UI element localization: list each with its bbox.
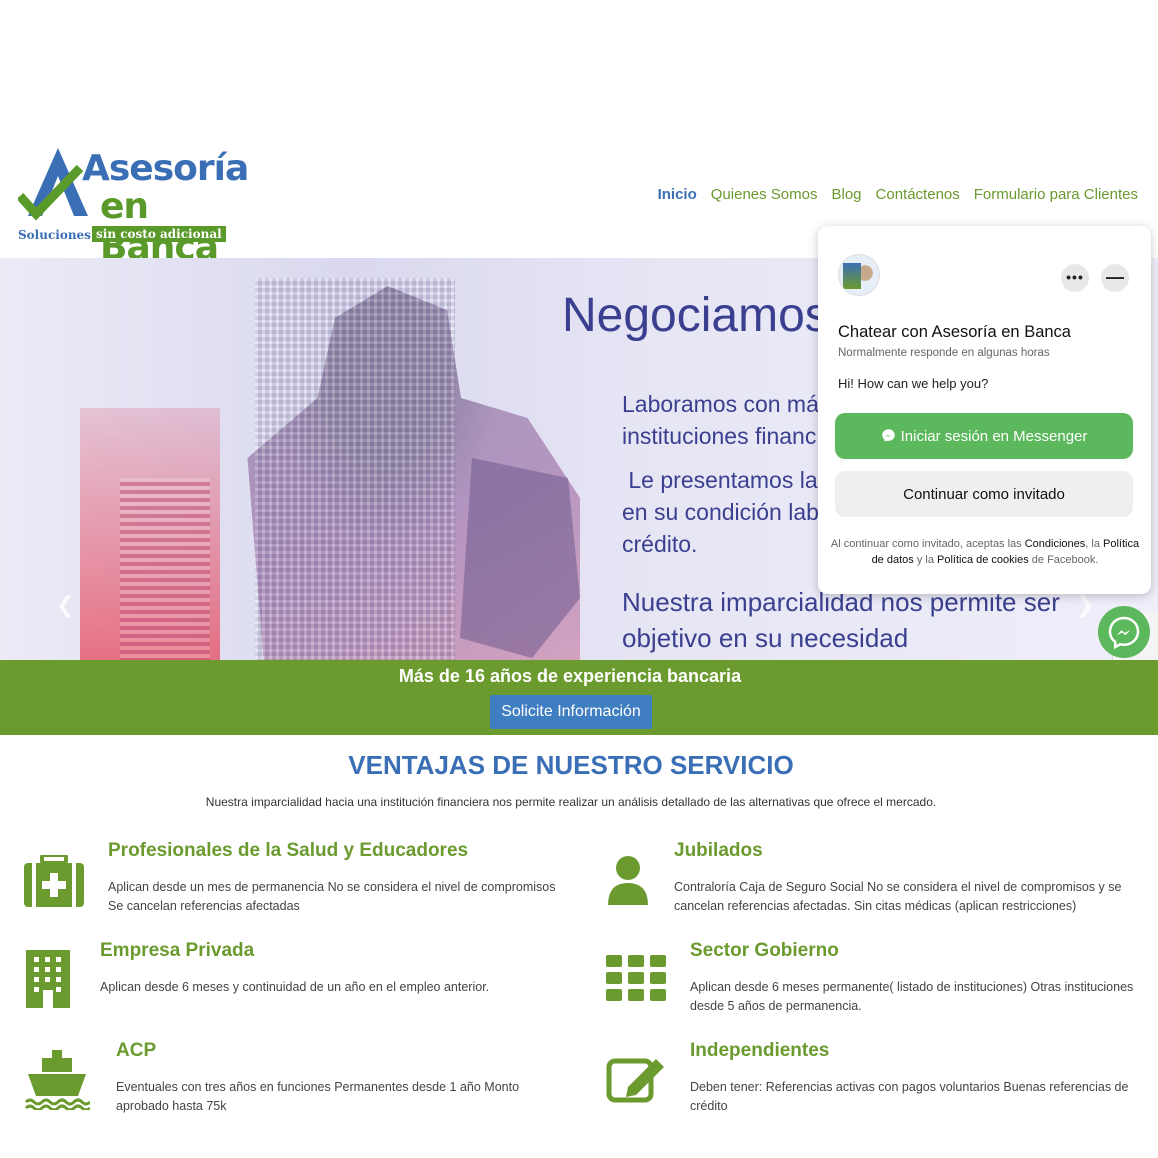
benefit-title: ACP bbox=[116, 1040, 157, 1061]
main-nav: Inicio Quienes Somos Blog Contáctenos Fo… bbox=[658, 186, 1138, 203]
benefit-item-sector-gobierno: Sector Gobierno Aplican desde 6 meses pe… bbox=[690, 940, 1140, 1016]
page-avatar bbox=[838, 254, 880, 296]
benefit-title: Profesionales de la Salud y Educadores bbox=[108, 840, 469, 861]
legal-text: de Facebook. bbox=[1028, 554, 1099, 566]
logo-text-line1: Asesoría bbox=[82, 148, 249, 189]
hero-building-overlay bbox=[255, 278, 455, 660]
solicite-informacion-button[interactable]: Solicite Información bbox=[490, 695, 652, 729]
messenger-login-button[interactable]: Iniciar sesión en Messenger bbox=[835, 413, 1133, 459]
minimize-button[interactable]: — bbox=[1101, 264, 1129, 292]
edit-icon bbox=[606, 1058, 664, 1103]
benefit-text: Contraloría Caja de Seguro Social No se … bbox=[674, 880, 1122, 913]
experience-title: Más de 16 años de experiencia bancaria bbox=[398, 666, 742, 686]
messenger-login-label: Iniciar sesión en Messenger bbox=[900, 427, 1088, 445]
building-icon bbox=[26, 950, 70, 1008]
benefit-title: Jubilados bbox=[674, 840, 763, 861]
benefit-text: Deben tener: Referencias activas con pag… bbox=[690, 1080, 1129, 1113]
hero-paragraph-2: Le presentamos la en su condición lab cr… bbox=[622, 467, 819, 557]
chevron-left-icon[interactable]: ❮ bbox=[56, 592, 74, 618]
experience-band: Más de 16 años de experiencia bancaria S… bbox=[0, 660, 1158, 735]
conditions-link[interactable]: Condiciones bbox=[1025, 538, 1086, 550]
chat-legal-text: Al continuar como invitado, aceptas las … bbox=[830, 536, 1140, 568]
messenger-chat-panel: ••• — Chatear con Asesoría en Banca Norm… bbox=[818, 226, 1151, 594]
user-icon bbox=[608, 856, 648, 905]
section-title: VENTAJAS DE NUESTRO SERVICIO bbox=[348, 750, 794, 780]
benefit-item-acp: ACP Eventuales con tres años en funcione… bbox=[116, 1040, 556, 1116]
continue-as-guest-button[interactable]: Continuar como invitado bbox=[835, 471, 1133, 517]
more-options-button[interactable]: ••• bbox=[1061, 264, 1089, 292]
nav-inicio[interactable]: Inicio bbox=[658, 186, 697, 203]
hero-title: Negociamos bbox=[562, 289, 829, 342]
benefit-item-empresa-privada: Empresa Privada Aplican desde 6 meses y … bbox=[100, 940, 560, 997]
benefit-text: Eventuales con tres años en funciones Pe… bbox=[116, 1080, 520, 1113]
nav-formulario-clientes[interactable]: Formulario para Clientes bbox=[974, 186, 1138, 203]
benefit-title: Empresa Privada bbox=[100, 940, 255, 961]
section-subtitle: Nuestra imparcialidad hacia una instituc… bbox=[205, 795, 937, 809]
legal-text: y la bbox=[913, 554, 937, 566]
messenger-icon bbox=[1108, 616, 1140, 650]
grid-icon bbox=[606, 955, 666, 1001]
chat-response-time: Normalmente responde en algunas horas bbox=[838, 347, 1050, 359]
chat-page-name: Chatear con Asesoría en Banca bbox=[838, 323, 1071, 341]
benefit-text: Aplican desde 6 meses permanente( listad… bbox=[690, 980, 1134, 1013]
benefit-item-independientes: Independientes Deben tener: Referencias … bbox=[690, 1040, 1140, 1116]
ship-icon bbox=[24, 1050, 90, 1110]
chevron-right-icon[interactable]: ❯ bbox=[1076, 592, 1094, 618]
benefit-text: Aplican desde un mes de permanencia No s… bbox=[108, 880, 556, 913]
legal-text: Al continuar como invitado, aceptas las bbox=[830, 538, 1025, 550]
legal-text: , la bbox=[1085, 538, 1104, 550]
messenger-icon bbox=[881, 428, 895, 442]
benefit-item-jubilados: Jubilados Contraloría Caja de Seguro Soc… bbox=[674, 840, 1124, 916]
messenger-fab-button[interactable] bbox=[1098, 606, 1150, 658]
benefit-title: Sector Gobierno bbox=[690, 940, 839, 961]
hero-city-image-2 bbox=[120, 478, 210, 660]
cookie-policy-link[interactable]: Política de cookies bbox=[937, 554, 1029, 566]
logo-tagline-2: sin costo adicional bbox=[92, 226, 226, 242]
chat-greeting: Hi! How can we help you? bbox=[838, 376, 989, 391]
hero-paragraph-3: Nuestra imparcialidad nos permite ser ob… bbox=[622, 587, 1060, 653]
medical-kit-icon bbox=[24, 855, 84, 907]
benefit-text: Aplican desde 6 meses y continuidad de u… bbox=[100, 980, 490, 994]
nav-blog[interactable]: Blog bbox=[832, 186, 862, 203]
nav-quienes-somos[interactable]: Quienes Somos bbox=[711, 186, 818, 203]
site-logo[interactable]: Asesoría en Banca Soluciones sin costo a… bbox=[18, 146, 249, 268]
nav-contactenos[interactable]: Contáctenos bbox=[876, 186, 960, 203]
hero-paragraph-1: Laboramos con más instituciones financ bbox=[622, 391, 831, 449]
benefit-title: Independientes bbox=[690, 1040, 830, 1061]
benefit-item-salud: Profesionales de la Salud y Educadores A… bbox=[108, 840, 568, 916]
logo-tagline-1: Soluciones bbox=[18, 228, 91, 242]
